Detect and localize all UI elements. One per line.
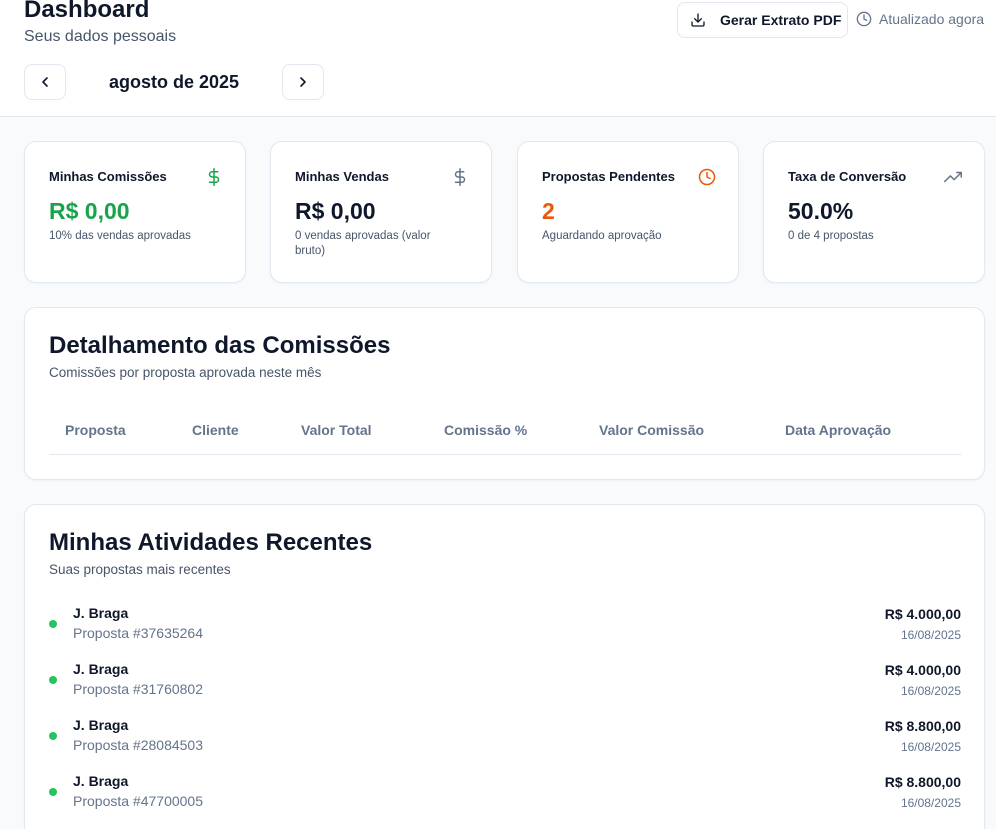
dollar-icon	[454, 168, 466, 186]
activity-client: J. Braga	[73, 773, 129, 789]
stat-label: Minhas Vendas	[295, 169, 389, 184]
commissions-subtitle: Comissões por proposta aprovada neste mê…	[49, 365, 322, 380]
activity-date: 16/08/2025	[900, 684, 961, 698]
stat-description: Aguardando aprovação	[542, 230, 662, 242]
previous-month-button[interactable]	[24, 64, 66, 100]
commissions-card: Detalhamento das Comissões Comissões por…	[24, 307, 985, 480]
column-header: Comissão %	[444, 422, 528, 438]
page-subtitle: Seus dados pessoais	[24, 28, 177, 45]
generate-pdf-button[interactable]: Gerar Extrato PDF	[677, 2, 848, 38]
page-title: Dashboard	[24, 0, 150, 23]
activity-amount: R$ 8.800,00	[884, 718, 961, 734]
stat-card-commissions: Minhas Comissões R$ 0,00 10% das vendas …	[24, 141, 246, 283]
stat-value: 50.0%	[788, 198, 854, 224]
next-month-button[interactable]	[282, 64, 324, 100]
commissions-title: Detalhamento das Comissões	[49, 332, 391, 359]
stat-description: 10% das vendas aprovadas	[49, 230, 191, 242]
activity-item[interactable]: J. Braga Proposta #28084503 R$ 8.800,00 …	[25, 714, 985, 770]
updated-status: Atualizado agora	[856, 11, 984, 27]
activity-date: 16/08/2025	[900, 796, 961, 810]
activity-client: J. Braga	[73, 717, 129, 733]
activities-card: Minhas Atividades Recentes Suas proposta…	[24, 504, 985, 829]
stat-value: R$ 0,00	[295, 198, 376, 224]
activity-proposal: Proposta #37635264	[73, 625, 203, 641]
stat-label: Propostas Pendentes	[542, 169, 675, 184]
column-header: Cliente	[192, 422, 239, 438]
dollar-icon	[208, 168, 220, 186]
stat-card-sales: Minhas Vendas R$ 0,00 0 vendas aprovadas…	[270, 141, 492, 283]
activity-item[interactable]: J. Braga Proposta #37635264 R$ 4.000,00 …	[25, 602, 985, 658]
stat-description: 0 vendas aprovadas (valor bruto)	[295, 230, 431, 257]
column-header: Valor Total	[301, 422, 372, 438]
stat-value: R$ 0,00	[49, 198, 130, 224]
trending-up-icon	[944, 171, 962, 183]
download-icon	[691, 13, 705, 27]
table-divider	[49, 454, 961, 455]
activity-amount: R$ 8.800,00	[884, 774, 961, 790]
activities-title: Minhas Atividades Recentes	[49, 529, 373, 556]
activity-date: 16/08/2025	[900, 628, 961, 642]
activity-client: J. Braga	[73, 605, 129, 621]
status-dot	[49, 732, 57, 740]
activity-proposal: Proposta #47700005	[73, 793, 203, 809]
chevron-right-icon	[300, 77, 306, 87]
clock-icon	[698, 168, 716, 186]
page-header: Dashboard Seus dados pessoais Gerar Extr…	[0, 0, 996, 117]
activity-amount: R$ 4.000,00	[884, 606, 961, 622]
stat-card-pending: Propostas Pendentes 2 Aguardando aprovaç…	[517, 141, 739, 283]
activity-client: J. Braga	[73, 661, 129, 677]
clock-icon	[856, 11, 872, 27]
column-header: Proposta	[65, 422, 126, 438]
chevron-left-icon	[42, 77, 48, 87]
stat-description: 0 de 4 propostas	[788, 230, 874, 242]
activity-item[interactable]: J. Braga Proposta #47700005 R$ 8.800,00 …	[25, 770, 985, 826]
stat-label: Minhas Comissões	[49, 169, 167, 184]
column-header: Valor Comissão	[599, 422, 705, 438]
activity-proposal: Proposta #28084503	[73, 737, 203, 753]
current-month: agosto de 2025	[108, 72, 240, 92]
stat-value: 2	[542, 198, 555, 224]
status-dot	[49, 620, 57, 628]
activity-date: 16/08/2025	[900, 740, 961, 754]
updated-label: Atualizado agora	[879, 11, 985, 27]
generate-pdf-label: Gerar Extrato PDF	[720, 12, 842, 28]
activity-amount: R$ 4.000,00	[884, 662, 961, 678]
stat-label: Taxa de Conversão	[788, 169, 907, 184]
activity-item[interactable]: J. Braga Proposta #31760802 R$ 4.000,00 …	[25, 658, 985, 714]
activity-proposal: Proposta #31760802	[73, 681, 203, 697]
status-dot	[49, 676, 57, 684]
activities-subtitle: Suas propostas mais recentes	[49, 562, 231, 577]
stat-card-conversion: Taxa de Conversão 50.0% 0 de 4 propostas	[763, 141, 985, 283]
column-header: Data Aprovação	[785, 422, 892, 438]
status-dot	[49, 788, 57, 796]
